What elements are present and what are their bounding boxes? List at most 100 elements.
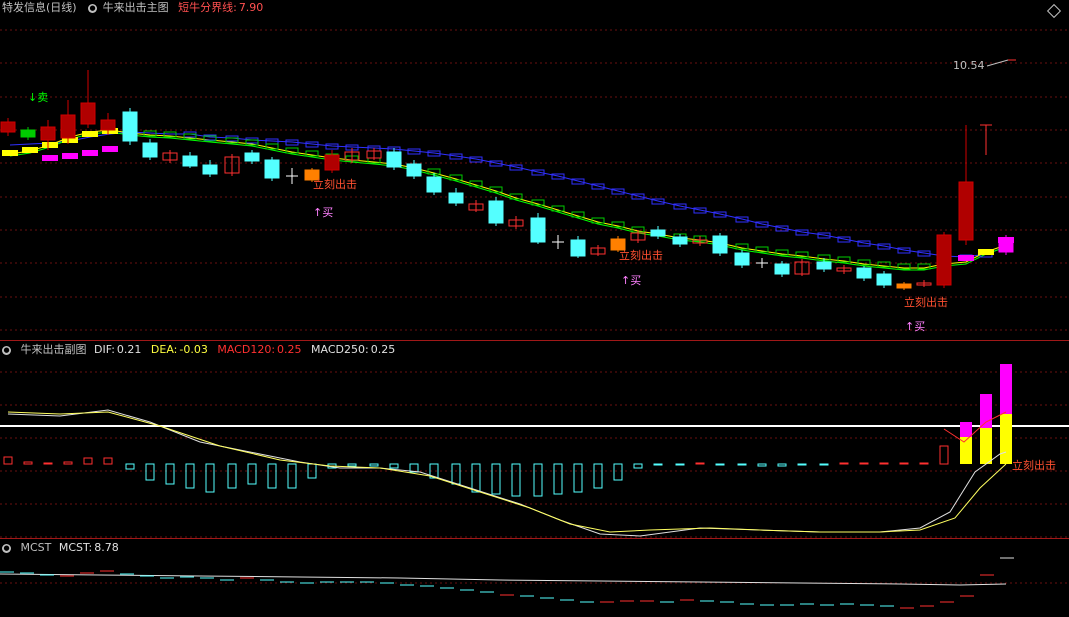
macd-bar xyxy=(83,457,93,465)
macd-bar xyxy=(125,463,135,470)
signal-bar xyxy=(42,142,58,148)
macd-bar xyxy=(613,463,623,481)
candle-body xyxy=(936,234,952,286)
exit-signal-label: 立刻出击 xyxy=(619,248,663,262)
candle-body xyxy=(774,263,790,275)
candle-body xyxy=(448,192,464,204)
sub-chart-panel[interactable]: ● 牛来出击副图 DIF: 0.21 DEA: -0.03 MACD120: 0.25… xyxy=(0,342,1069,538)
macd-bar xyxy=(165,463,175,485)
macd-bar xyxy=(573,463,583,493)
candle-body xyxy=(650,229,666,237)
macd-bar xyxy=(227,463,237,489)
macd-bar xyxy=(511,463,521,497)
candle-body xyxy=(386,151,402,168)
macd-bar xyxy=(533,463,543,497)
macd-bar xyxy=(145,463,155,481)
sub-end-label: 立刻出击 xyxy=(1012,458,1056,472)
ma-blue-line xyxy=(9,131,1007,258)
candle-body xyxy=(672,236,688,245)
macd-bar xyxy=(939,445,949,465)
candle-body xyxy=(856,267,872,279)
macd-bar xyxy=(737,463,747,466)
macd-bar xyxy=(23,461,33,465)
macd-bar xyxy=(839,462,849,465)
signal-bar xyxy=(2,150,18,156)
macd-sub-chart[interactable]: 立刻出击 xyxy=(0,342,1069,538)
candle-body xyxy=(202,164,218,175)
candle-body xyxy=(488,200,504,224)
macd-bar xyxy=(757,463,767,467)
candle-body xyxy=(20,129,36,138)
macd-bar xyxy=(247,463,257,485)
candle-body xyxy=(530,217,546,243)
macd-bar xyxy=(859,462,869,465)
macd-bar xyxy=(369,463,379,467)
mcst-chart[interactable] xyxy=(0,540,1069,617)
signal-bar xyxy=(42,155,58,161)
candle-body xyxy=(998,237,1014,253)
candle-body xyxy=(100,119,116,131)
candle-body xyxy=(60,114,76,139)
macd-bar xyxy=(185,463,195,489)
macd-bar xyxy=(43,462,53,465)
candle-body xyxy=(406,163,422,177)
macd-bar xyxy=(899,462,909,465)
main-candlestick-chart[interactable]: ↓卖立刻出击↑买立刻出击↑买立刻出击↑买10.54 xyxy=(0,0,1069,340)
main-chart-panel[interactable]: 特发信息(日线) ● 牛来出击主图 短牛分界线: 7.90 ↓卖 立刻出击 ↑买 立刻出… xyxy=(0,0,1069,340)
macd-bar xyxy=(451,463,461,485)
mcst-chart-panel[interactable]: ● MCST MCST: 8.78 xyxy=(0,540,1069,617)
macd-bar xyxy=(389,463,399,469)
signal-bar xyxy=(978,249,994,255)
macd-bar xyxy=(797,463,807,466)
macd-bar xyxy=(919,462,929,465)
macd-bar xyxy=(3,456,13,465)
signal-bar xyxy=(82,150,98,156)
signal-bar xyxy=(958,255,974,261)
candle-body xyxy=(40,126,56,141)
signal-bar xyxy=(62,153,78,159)
macd-bar xyxy=(777,463,787,467)
macd-bar xyxy=(879,462,889,465)
candle-body xyxy=(426,176,442,193)
candle-body xyxy=(142,142,158,158)
buy-signal-label: ↑买 xyxy=(905,320,925,333)
macd-bar xyxy=(267,463,277,489)
candle-body xyxy=(80,102,96,125)
candle-body xyxy=(958,181,974,241)
candle-body xyxy=(876,273,892,286)
macd-bar xyxy=(633,463,643,469)
signal-bar xyxy=(22,147,38,153)
candle-body xyxy=(182,155,198,167)
dif-line xyxy=(7,409,1007,537)
macd-bar xyxy=(205,463,215,493)
candle-body xyxy=(122,111,138,142)
macd-bar xyxy=(695,462,705,465)
macd-bar xyxy=(675,463,685,466)
macd-bar xyxy=(287,463,297,489)
panel-divider[interactable] xyxy=(0,340,1069,341)
candle-body xyxy=(816,261,832,270)
signal-bar xyxy=(102,146,118,152)
candle-body xyxy=(734,252,750,266)
signal-bar xyxy=(82,131,98,137)
exit-signal-label: 立刻出击 xyxy=(904,295,948,309)
ma-yellow-line xyxy=(9,129,1007,269)
panel-divider-2[interactable] xyxy=(0,538,1069,539)
ma-green-line xyxy=(9,131,1007,271)
macd-bar xyxy=(819,463,829,466)
candle-body xyxy=(712,235,728,254)
macd-bar xyxy=(347,463,357,467)
macd-bar xyxy=(63,461,73,465)
exit-signal-label: 立刻出击 xyxy=(313,177,357,191)
candle-body xyxy=(324,154,340,171)
candle-body xyxy=(0,121,16,133)
macd-bar xyxy=(103,457,113,465)
macd-bar xyxy=(653,463,663,466)
macd-signal-bar xyxy=(980,394,992,428)
dea-line xyxy=(7,411,1007,533)
candle-body xyxy=(896,283,912,289)
macd-bar xyxy=(553,463,563,495)
macd-signal-bar xyxy=(960,422,972,437)
macd-bar xyxy=(471,463,481,493)
candle-body xyxy=(264,159,280,179)
